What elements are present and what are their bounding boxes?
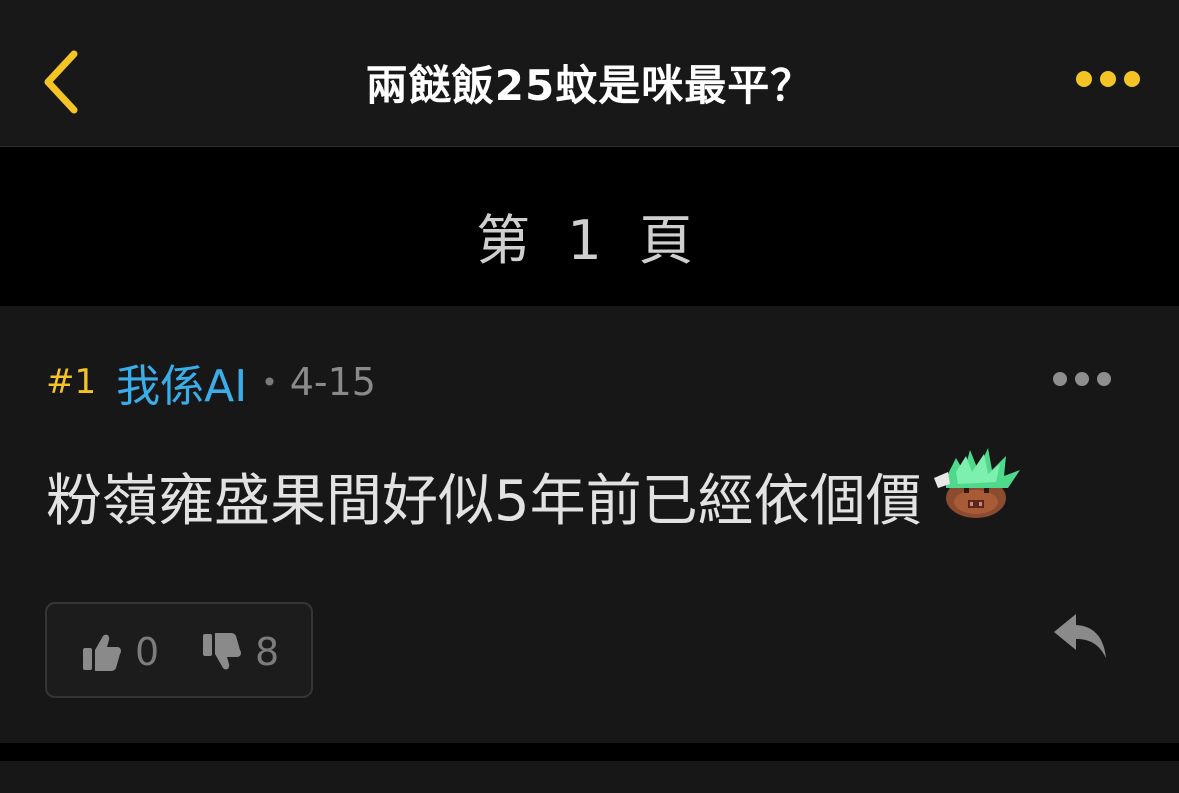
upvote-button[interactable]: 0 [81,628,159,676]
meta-separator: • [261,365,278,399]
top-bar: 兩餸飯25蚊是咪最平？ [0,0,1179,147]
ellipsis-icon [1076,71,1140,87]
reply-button[interactable] [1052,610,1110,662]
upvote-count: 0 [135,630,160,674]
back-button[interactable] [36,42,96,122]
thread-title: 兩餸飯25蚊是咪最平？ [365,61,814,110]
post-meta: #1 我係AI • 4-15 [46,354,376,412]
downvote-count: 8 [255,630,280,674]
thumbs-up-icon [83,634,121,671]
reply-arrow-icon [1054,614,1106,658]
floor-number: #1 [46,362,97,402]
green-hair-pig-emoji [933,447,1020,518]
post-content: 粉嶺雍盛果間好似5年前已經依個價 [46,447,1024,537]
username-link[interactable]: 我係AI [116,350,247,414]
more-options-button[interactable] [1068,60,1148,100]
downvote-button[interactable]: 8 [201,628,279,676]
page-indicator-bar: 第 1 頁 [0,148,1179,306]
chevron-left-icon [44,50,78,114]
post-date: 4-15 [289,360,376,404]
vote-box: 0 8 [45,602,313,698]
page-number-label: 第 1 頁 [476,209,703,272]
post-options-button[interactable] [1050,366,1114,392]
post-body-text: 粉嶺雍盛果間好似5年前已經依個價 [46,469,922,534]
post-card: #1 我係AI • 4-15 粉嶺雍盛果間好似5年前已經依個價 0 8 [0,306,1179,743]
thumbs-down-icon [203,633,241,670]
ellipsis-icon [1053,372,1111,386]
next-post-card [0,761,1179,793]
